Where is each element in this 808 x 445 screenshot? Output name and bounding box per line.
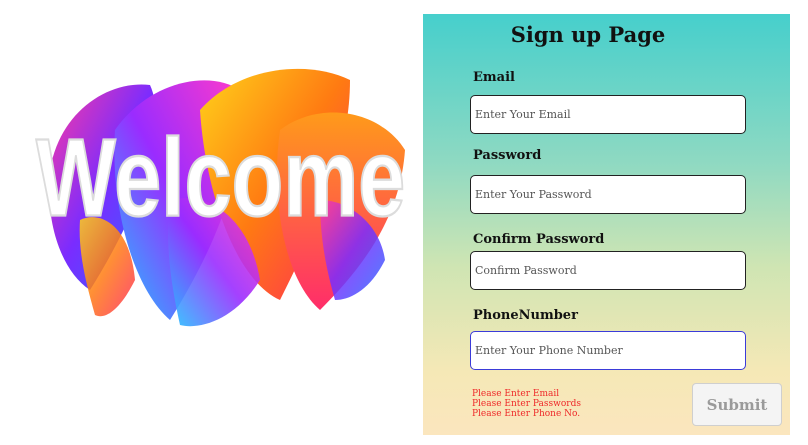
error-messages: Please Enter Email Please Enter Password…: [472, 389, 581, 419]
signup-form: Sign up Page Email Password Confirm Pass…: [423, 14, 790, 435]
phone-label: PhoneNumber: [473, 308, 578, 323]
password-label: Password: [473, 148, 542, 163]
confirm-password-label: Confirm Password: [473, 232, 605, 247]
error-email: Please Enter Email: [472, 389, 560, 399]
welcome-text: Welcome: [36, 116, 405, 240]
page-title: Sign up Page: [510, 22, 666, 47]
password-input[interactable]: [470, 175, 746, 214]
phone-input[interactable]: [470, 331, 746, 370]
email-label: Email: [473, 70, 515, 85]
confirm-password-input[interactable]: [470, 251, 746, 290]
error-phone: Please Enter Phone No.: [472, 409, 581, 419]
error-password: Please Enter Passwords: [472, 399, 581, 409]
email-input[interactable]: [470, 95, 746, 134]
welcome-image: Welcome: [20, 50, 420, 350]
submit-button[interactable]: Submit: [692, 383, 782, 426]
